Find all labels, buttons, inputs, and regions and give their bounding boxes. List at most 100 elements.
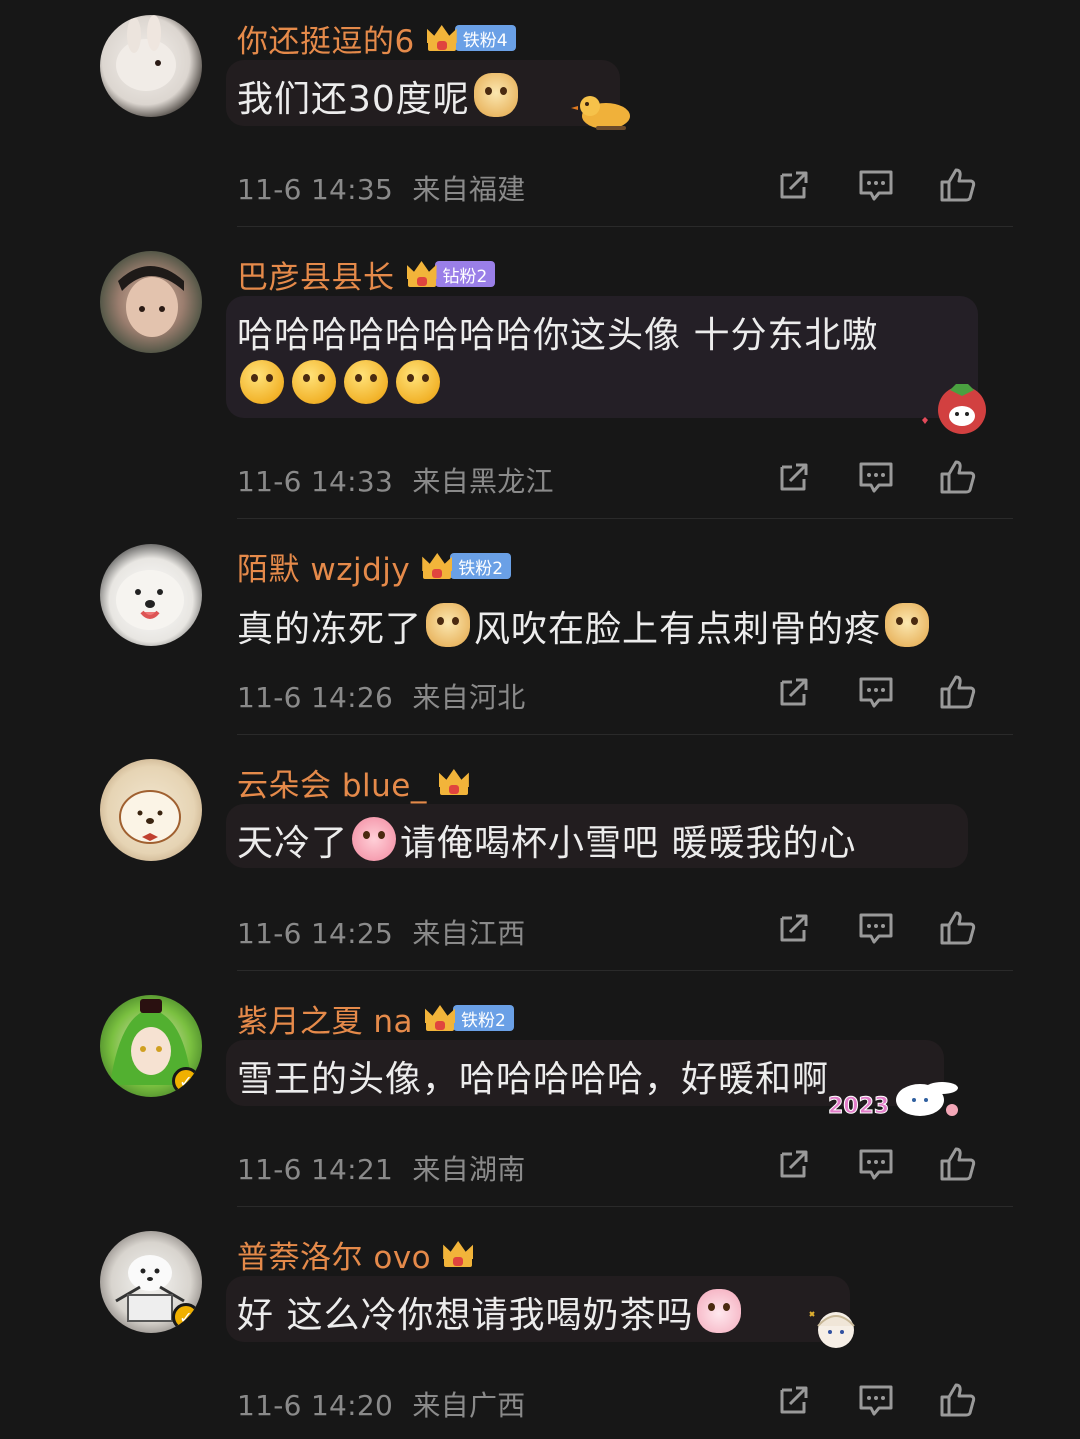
verified-icon: ✓ — [172, 1067, 200, 1095]
comment-meta: 11-6 14:26 来自河北 — [237, 676, 526, 716]
divider — [237, 970, 1013, 971]
cinnamoroll-icon — [896, 1082, 958, 1116]
comment-meta: 11-6 14:20 来自广西 — [237, 1384, 526, 1424]
laugh-cry-emoji-icon — [396, 360, 440, 404]
location: 来自河北 — [412, 681, 526, 714]
fan-badge[interactable]: 铁粉2 — [450, 553, 512, 579]
share-icon[interactable] — [774, 1380, 814, 1420]
comment-text: 天冷了 请俺喝杯小雪吧 暖暖我的心 — [237, 814, 856, 866]
like-icon[interactable] — [938, 908, 978, 948]
avatar[interactable] — [100, 544, 202, 646]
comment-icon[interactable] — [856, 672, 896, 712]
username[interactable]: 云朵会 blue_ — [237, 760, 427, 805]
timestamp: 11-6 14:33 — [237, 465, 394, 498]
comment-text: 雪王的头像，哈哈哈哈哈，好暖和啊 — [237, 1059, 830, 1100]
comment-meta: 11-6 14:35 来自福建 — [237, 168, 526, 208]
location: 来自黑龙江 — [412, 465, 554, 498]
action-bar — [770, 457, 980, 497]
dog-avatar-icon — [116, 570, 184, 630]
crown-icon — [420, 551, 454, 581]
flower-emoji-icon — [292, 360, 336, 404]
like-icon[interactable] — [938, 165, 978, 205]
crown-icon — [437, 767, 471, 797]
comment-text: 哈哈哈哈哈哈哈哈你这头像 十分东北嗷 — [237, 315, 879, 356]
divider — [237, 518, 1013, 519]
comment-icon[interactable] — [856, 165, 896, 205]
avatar[interactable] — [100, 759, 202, 861]
comment-icon[interactable] — [856, 1144, 896, 1184]
avatar[interactable]: ✓ — [100, 995, 202, 1097]
crown-icon — [441, 1239, 475, 1269]
fan-badge[interactable]: 铁粉2 — [453, 1005, 514, 1031]
username[interactable]: 你还挺逗的6 — [237, 16, 415, 61]
pink-creature-emoji-icon — [352, 817, 397, 861]
crown-icon — [423, 1003, 457, 1033]
name-row: 陌默 wzjdjy 铁粉2 — [237, 544, 512, 589]
divider — [237, 1206, 1013, 1207]
action-bar — [770, 672, 980, 712]
name-row: 紫月之夏 na 铁粉2 — [237, 996, 514, 1040]
cinnamoroll-sticker: 2023 — [827, 1072, 960, 1122]
comment-icon[interactable] — [856, 457, 896, 497]
doge-emoji-icon — [473, 73, 518, 117]
timestamp: 11-6 14:26 — [237, 681, 394, 714]
timestamp: 11-6 14:21 — [237, 1153, 394, 1186]
comment-meta: 11-6 14:25 来自江西 — [237, 912, 526, 952]
location: 来自湖南 — [412, 1153, 526, 1186]
divider — [237, 226, 1013, 227]
avatar[interactable] — [100, 15, 202, 117]
person-avatar-icon — [118, 266, 184, 337]
location: 来自福建 — [412, 173, 526, 206]
action-bar — [770, 165, 980, 205]
like-icon[interactable] — [938, 672, 978, 712]
shiba-emoji-icon — [885, 603, 930, 647]
verified-icon: ✓ — [172, 1303, 200, 1331]
timestamp: 11-6 14:35 — [237, 173, 394, 206]
fan-badge[interactable]: 钻粉2 — [434, 261, 496, 287]
username[interactable]: 紫月之夏 na — [237, 996, 413, 1041]
shiba-emoji-icon — [426, 603, 471, 647]
like-icon[interactable] — [938, 1144, 978, 1184]
paimon-sticker-icon — [809, 1311, 855, 1348]
like-icon[interactable] — [938, 1380, 978, 1420]
timestamp: 11-6 14:25 — [237, 917, 394, 950]
share-icon[interactable] — [774, 1144, 814, 1184]
flower-emoji-icon — [240, 360, 284, 404]
username[interactable]: 普萘洛尔 ovo — [237, 1232, 431, 1277]
share-icon[interactable] — [774, 672, 814, 712]
like-icon[interactable] — [938, 457, 978, 497]
crown-icon — [405, 259, 439, 289]
comment-text: 好 这么冷你想请我喝奶茶吗 — [237, 1286, 745, 1338]
name-row: 巴彦县县长 钻粉2 — [237, 252, 496, 297]
comment-icon[interactable] — [856, 908, 896, 948]
laugh-cry-emoji-icon — [344, 360, 388, 404]
comment-text: 我们还30度呢 — [237, 70, 522, 122]
username[interactable]: 巴彦县县长 — [237, 252, 395, 297]
name-row: 你还挺逗的6 铁粉4 — [237, 16, 516, 60]
cartoon-dog-avatar-icon — [119, 790, 181, 844]
avatar[interactable]: ✓ — [100, 1231, 202, 1333]
share-icon[interactable] — [774, 457, 814, 497]
bird-sticker-icon — [571, 96, 630, 130]
crown-icon — [425, 23, 459, 53]
emoji-row — [236, 360, 444, 407]
comment-icon[interactable] — [856, 1380, 896, 1420]
location: 来自广西 — [412, 1389, 526, 1422]
location: 来自江西 — [412, 917, 526, 950]
divider — [237, 734, 1013, 735]
bunny-emoji-icon — [697, 1289, 742, 1333]
action-bar — [770, 1144, 980, 1184]
share-icon[interactable] — [774, 908, 814, 948]
avatar[interactable] — [100, 251, 202, 353]
comment-meta: 11-6 14:33 来自黑龙江 — [237, 460, 554, 500]
action-bar — [770, 908, 980, 948]
name-row: 普萘洛尔 ovo — [237, 1232, 475, 1276]
share-icon[interactable] — [774, 165, 814, 205]
action-bar — [770, 1380, 980, 1420]
username[interactable]: 陌默 wzjdjy — [237, 544, 410, 589]
strawberry-sticker-icon — [922, 384, 986, 434]
rabbit-avatar-icon — [116, 15, 176, 91]
fan-badge[interactable]: 铁粉4 — [454, 25, 516, 51]
comment-text: 真的冻死了 风吹在脸上有点刺骨的疼 — [237, 600, 933, 652]
timestamp: 11-6 14:20 — [237, 1389, 394, 1422]
